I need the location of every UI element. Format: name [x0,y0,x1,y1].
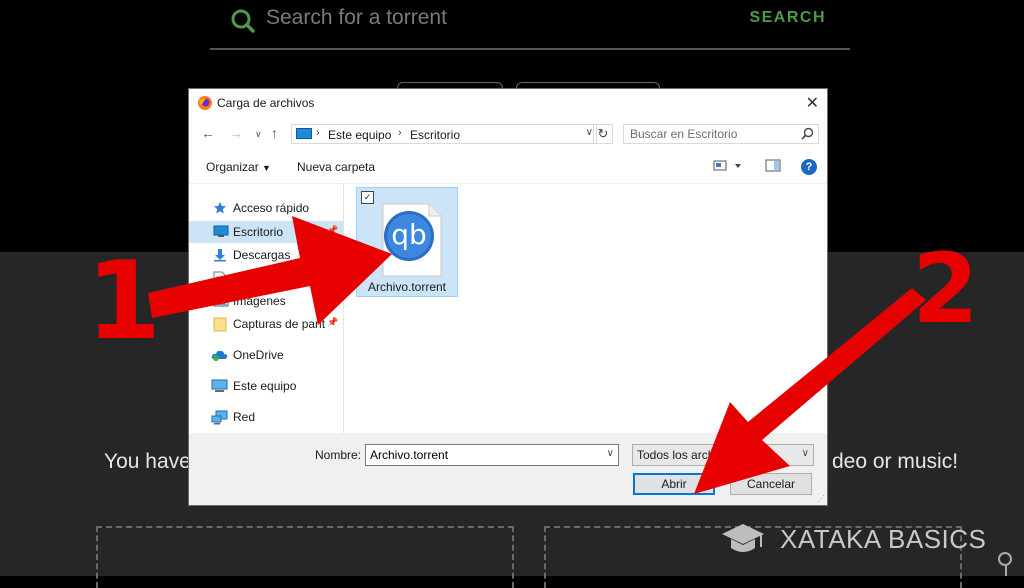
watermark: XATAKA BASICS [720,522,986,560]
torrent-search-bar[interactable]: Search for a torrent SEARCH [210,0,850,50]
chevron-down-icon[interactable]: ∨ [802,448,809,459]
dialog-footer: Nombre: ∨ Todos los archivos ∨ Abrir Can… [189,433,827,505]
help-icon[interactable]: ? [801,159,817,175]
new-folder-button[interactable]: Nueva carpeta [297,160,375,174]
background-message-right: deo or music! [832,450,959,473]
filename-label: Nombre: [315,448,362,462]
view-options-icon[interactable] [713,159,741,176]
computer-icon [211,379,228,396]
back-arrow-icon[interactable]: ← [201,125,215,141]
background-message-left: You have [104,450,191,473]
pin-icon[interactable]: 📌 [327,225,338,236]
document-icon [213,271,226,289]
nav-item-este-equipo[interactable]: Este equipo [189,375,343,397]
network-icon [211,410,228,428]
nav-item-quick-access[interactable]: Acceso rápido [189,197,343,219]
nav-item-imagenes[interactable]: Imágenes 📌 [189,290,343,312]
graduation-cap-icon [720,524,766,560]
preview-pane-icon[interactable] [765,159,781,176]
cancel-button[interactable]: Cancelar [730,473,812,495]
dialog-title: Carga de archivos [217,96,315,110]
navigation-pane: Acceso rápido Escritorio 📌 Descargas 📌 D… [189,183,344,433]
up-arrow-icon[interactable]: ↑ [271,125,278,141]
nav-label: Capturas de pantalla [233,317,325,331]
nav-item-descargas[interactable]: Descargas 📌 [189,244,343,266]
pin-icon[interactable]: 📌 [327,317,338,328]
cloud-icon [211,348,229,365]
file-name-label: Archivo.torrent [367,280,447,294]
close-icon[interactable]: ✕ [806,93,819,113]
nav-label: Este equipo [233,379,297,393]
nav-item-capturas[interactable]: Capturas de pantalla 📌 [189,313,343,335]
qbittorrent-file-icon: qb [379,202,443,281]
resize-grip-icon[interactable]: ⋰ [817,494,825,503]
folder-icon [213,317,227,335]
nav-label: OneDrive [233,348,284,362]
breadcrumb-separator-icon: › [316,127,320,139]
filename-combobox[interactable]: ∨ [365,444,619,466]
recent-chevron-icon[interactable]: ∨ [255,129,262,140]
nav-label: Documentos [233,271,301,285]
file-checkbox[interactable]: ✓ [361,191,374,204]
file-upload-dialog: Carga de archivos ✕ ← → ∨ ↑ › Este equip… [188,88,828,506]
star-icon [213,201,227,218]
download-icon [213,248,227,265]
search-icon[interactable] [801,127,814,143]
open-button[interactable]: Abrir [633,473,715,495]
folder-search-input[interactable] [624,125,800,143]
nav-item-onedrive[interactable]: OneDrive [189,344,343,366]
breadcrumb-escritorio[interactable]: Escritorio [410,128,460,142]
computer-icon [296,128,312,139]
address-dropdown-icon[interactable]: ∨ [586,127,593,138]
breadcrumb-este-equipo[interactable]: Este equipo [328,128,391,142]
firefox-icon [197,95,213,114]
dialog-toolbar: Organizar ▼ Nueva carpeta ? [189,151,827,184]
torrent-search-button[interactable]: SEARCH [749,9,826,27]
pin-icon[interactable]: 📌 [327,248,338,259]
scroll-handle-icon[interactable] [998,552,1012,566]
breadcrumb-separator-icon: › [398,127,402,139]
nav-label: Escritorio [233,225,284,239]
nav-item-red[interactable]: Red [189,406,343,428]
nav-label: Red [233,410,256,424]
pin-icon[interactable]: 📌 [327,271,338,282]
image-icon [213,294,229,310]
organize-button[interactable]: Organizar ▼ [206,160,271,174]
desktop-icon [213,225,229,241]
forward-arrow-icon[interactable]: → [229,125,243,141]
watermark-text: XATAKA BASICS [780,524,987,554]
dialog-navbar: ← → ∨ ↑ › Este equipo › Escritorio ∨ ↻ [189,117,827,151]
folder-search-box[interactable] [623,124,819,144]
file-list-area[interactable]: ✓ qb Archivo.torrent [344,183,827,433]
address-bar[interactable]: › Este equipo › Escritorio ∨ [291,124,597,144]
nav-label: Descargas [233,248,291,262]
nav-item-escritorio[interactable]: Escritorio 📌 [189,221,343,243]
filename-input[interactable] [366,445,600,465]
file-item[interactable]: ✓ qb Archivo.torrent [356,187,458,297]
nav-label: Acceso rápido [233,201,310,215]
search-icon [230,8,256,38]
chevron-down-icon[interactable]: ∨ [607,448,614,459]
scroll-handle-line [1005,566,1007,576]
pin-icon[interactable]: 📌 [327,294,338,305]
organize-label: Organizar [206,160,259,174]
torrent-search-placeholder[interactable]: Search for a torrent [266,6,447,30]
file-icon-text: qb [391,218,427,251]
drop-zone-left[interactable] [96,526,514,588]
nav-item-documentos[interactable]: Documentos 📌 [189,267,343,289]
dialog-titlebar[interactable]: Carga de archivos ✕ [189,89,827,117]
filetype-value: Todos los archivos [637,448,736,462]
nav-label: Imágenes [233,294,286,308]
refresh-icon[interactable]: ↻ [593,124,613,144]
filetype-select[interactable]: Todos los archivos ∨ [632,444,814,466]
